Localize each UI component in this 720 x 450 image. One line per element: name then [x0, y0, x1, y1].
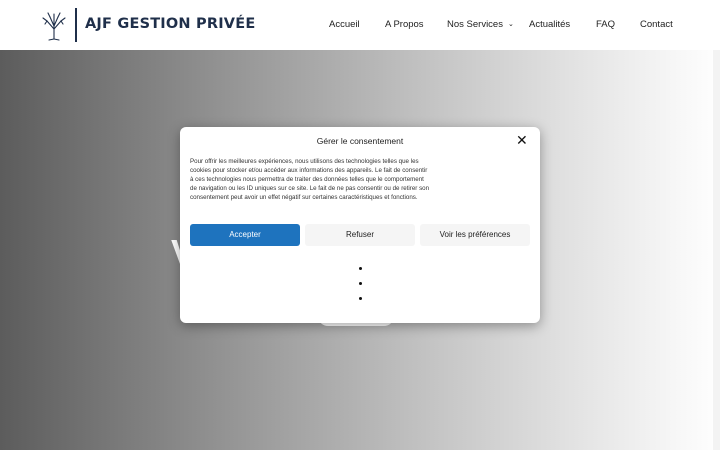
nav-a-propos[interactable]: A Propos [385, 19, 424, 30]
scrollbar[interactable] [713, 50, 720, 450]
preferences-button[interactable]: Voir les préférences [420, 224, 530, 246]
chevron-down-icon: ⌄ [507, 21, 514, 28]
list-item[interactable] [359, 297, 362, 300]
site-header: AJF GESTION PRIVÉE Accueil A Propos Nos … [0, 0, 720, 50]
list-item[interactable] [359, 282, 362, 285]
refuse-button[interactable]: Refuser [305, 224, 415, 246]
close-icon[interactable]: ✕ [516, 133, 528, 147]
nav-actualites[interactable]: Actualités [529, 19, 570, 30]
main-nav: Accueil A Propos Nos Services ⌄ Actualité… [0, 19, 720, 33]
accept-button[interactable]: Accepter [190, 224, 300, 246]
consent-title: Gérer le consentement [316, 136, 404, 146]
nav-nos-services[interactable]: Nos Services ⌄ [447, 19, 514, 30]
nav-nos-services-label: Nos Services [447, 19, 503, 30]
nav-accueil[interactable]: Accueil [329, 19, 360, 30]
nav-contact[interactable]: Contact [640, 19, 673, 30]
list-item[interactable] [359, 267, 362, 270]
consent-message: Pour offrir les meilleures expériences, … [190, 158, 430, 201]
nav-faq[interactable]: FAQ [596, 19, 615, 30]
consent-dialog: Gérer le consentement ✕ Pour offrir les … [180, 127, 540, 323]
